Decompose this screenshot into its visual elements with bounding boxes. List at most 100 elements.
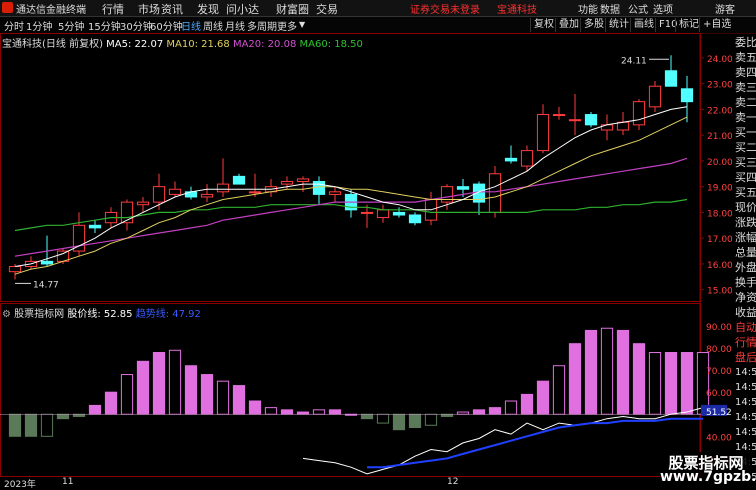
- candle-body: [504, 157, 518, 162]
- quote-label: 换手: [735, 276, 756, 289]
- candle-body: [616, 121, 630, 131]
- indicator-bar: [568, 343, 582, 415]
- indicator-bar: [664, 351, 678, 415]
- indicator-bar: [552, 365, 566, 415]
- quote-label: 盘后: [735, 351, 756, 364]
- price-tick-label: 22.00: [707, 106, 733, 116]
- price-tick-label: 24.00: [707, 55, 733, 65]
- candle-body: [216, 183, 230, 193]
- candle-body: [408, 214, 422, 224]
- candle-body: [200, 193, 214, 198]
- candle-body: [232, 175, 246, 185]
- indicator-bar: [72, 413, 86, 417]
- quote-label: 买五: [735, 186, 756, 199]
- indicator-bar: [504, 400, 518, 415]
- price-tick-label: 21.00: [707, 132, 733, 142]
- indicator-bar: [392, 413, 406, 431]
- indicator-bar: [312, 409, 326, 415]
- tick-time: 14:50: [735, 382, 756, 393]
- indicator-bar: [184, 365, 198, 415]
- candle-body: [584, 114, 598, 126]
- candle-body: [40, 260, 54, 265]
- low-annotation: 14.77: [33, 280, 59, 290]
- indicator-bar: [456, 411, 470, 415]
- high-annotation: 24.11: [621, 56, 647, 66]
- candle-body: [88, 224, 102, 229]
- price-tick-label: 15.00: [707, 287, 733, 297]
- candle-body: [8, 266, 22, 273]
- main-panel-frame: [0, 33, 701, 302]
- indicator-bar: [200, 374, 214, 415]
- indicator-bar: [680, 351, 694, 415]
- candle-body: [280, 181, 294, 185]
- indicator-bar: [88, 404, 102, 415]
- indicator-bar: [648, 351, 662, 415]
- indicator-bar: [520, 393, 534, 415]
- indicator-bar: [280, 409, 294, 415]
- sub-tick-label: 60.00: [706, 389, 732, 399]
- indicator-bar: [232, 385, 246, 415]
- price-tick-label: 18.00: [707, 209, 733, 219]
- candle-body: [488, 173, 502, 213]
- indicator-bar: [136, 360, 150, 415]
- price-tick-label: 16.00: [707, 261, 733, 271]
- indicator-bar: [248, 400, 262, 415]
- ma5-line: [14, 106, 688, 267]
- candle-body: [120, 201, 134, 224]
- quote-label: 收益: [735, 306, 756, 319]
- indicator-bar: [440, 413, 454, 417]
- quote-label: 买四: [735, 171, 756, 184]
- candle-body: [520, 150, 534, 167]
- quote-label: 买一: [735, 126, 756, 139]
- candle-body: [136, 201, 150, 206]
- indicator-bar: [8, 413, 22, 437]
- candle-body: [248, 191, 262, 194]
- sub-tick-label: 80.00: [706, 345, 732, 355]
- indicator-bar: [360, 413, 374, 420]
- tick-time: 14:50: [735, 367, 756, 378]
- candle-body: [568, 119, 582, 122]
- watermark-url: www.7gpzb.com: [660, 469, 756, 485]
- quote-label: 委比: [735, 36, 756, 49]
- quote-label: 现价: [735, 201, 756, 214]
- candle-body: [680, 88, 694, 103]
- candle-body: [376, 209, 390, 219]
- watermark: 股票指标网 www.7gpzb.com: [660, 452, 756, 485]
- date-axis: 2023年 11 12: [0, 477, 700, 490]
- candle-body: [296, 178, 310, 183]
- sub-tick-label: 51.52: [706, 408, 732, 418]
- candle-body: [312, 181, 326, 195]
- indicator-bar: [152, 351, 166, 415]
- indicator-bar: [632, 343, 646, 415]
- indicator-bar: [472, 409, 486, 415]
- indicator-bar: [376, 413, 390, 424]
- candle-body: [72, 224, 86, 252]
- indicator-bar: [424, 413, 438, 426]
- candle-body: [632, 101, 646, 126]
- quote-label: 卖一: [735, 111, 756, 124]
- indicator-bar: [408, 413, 422, 428]
- price-tick-label: 20.00: [707, 158, 733, 168]
- indicator-bar: [120, 374, 134, 415]
- quote-label: 行情: [735, 336, 756, 349]
- indicator-bar: [40, 413, 54, 437]
- sub-tick-label: 90.00: [706, 323, 732, 333]
- quote-label: 买二: [735, 141, 756, 154]
- candle-body: [536, 114, 550, 152]
- indicator-bar: [296, 411, 310, 415]
- candle-body: [648, 85, 662, 108]
- indicator-bar: [600, 327, 614, 415]
- quote-label: 净资: [735, 291, 756, 304]
- kline-chart[interactable]: 24.00 23.00 22.00 21.00 20.00 19.00 18.00 17.00…: [0, 0, 735, 487]
- quote-label: 涨幅: [735, 231, 756, 244]
- date-year: 2023年: [4, 480, 36, 490]
- price-tick-label: 17.00: [707, 235, 733, 245]
- candle-body: [664, 70, 678, 87]
- indicator-bar: [104, 391, 118, 415]
- price-tick-label: 19.00: [707, 184, 733, 194]
- date-month-12: 12: [447, 477, 459, 487]
- sub-tick-label: 70.00: [706, 367, 732, 377]
- indicator-bar: [488, 407, 502, 415]
- indicator-bar: [56, 413, 70, 420]
- quote-label: 外盘: [735, 261, 756, 274]
